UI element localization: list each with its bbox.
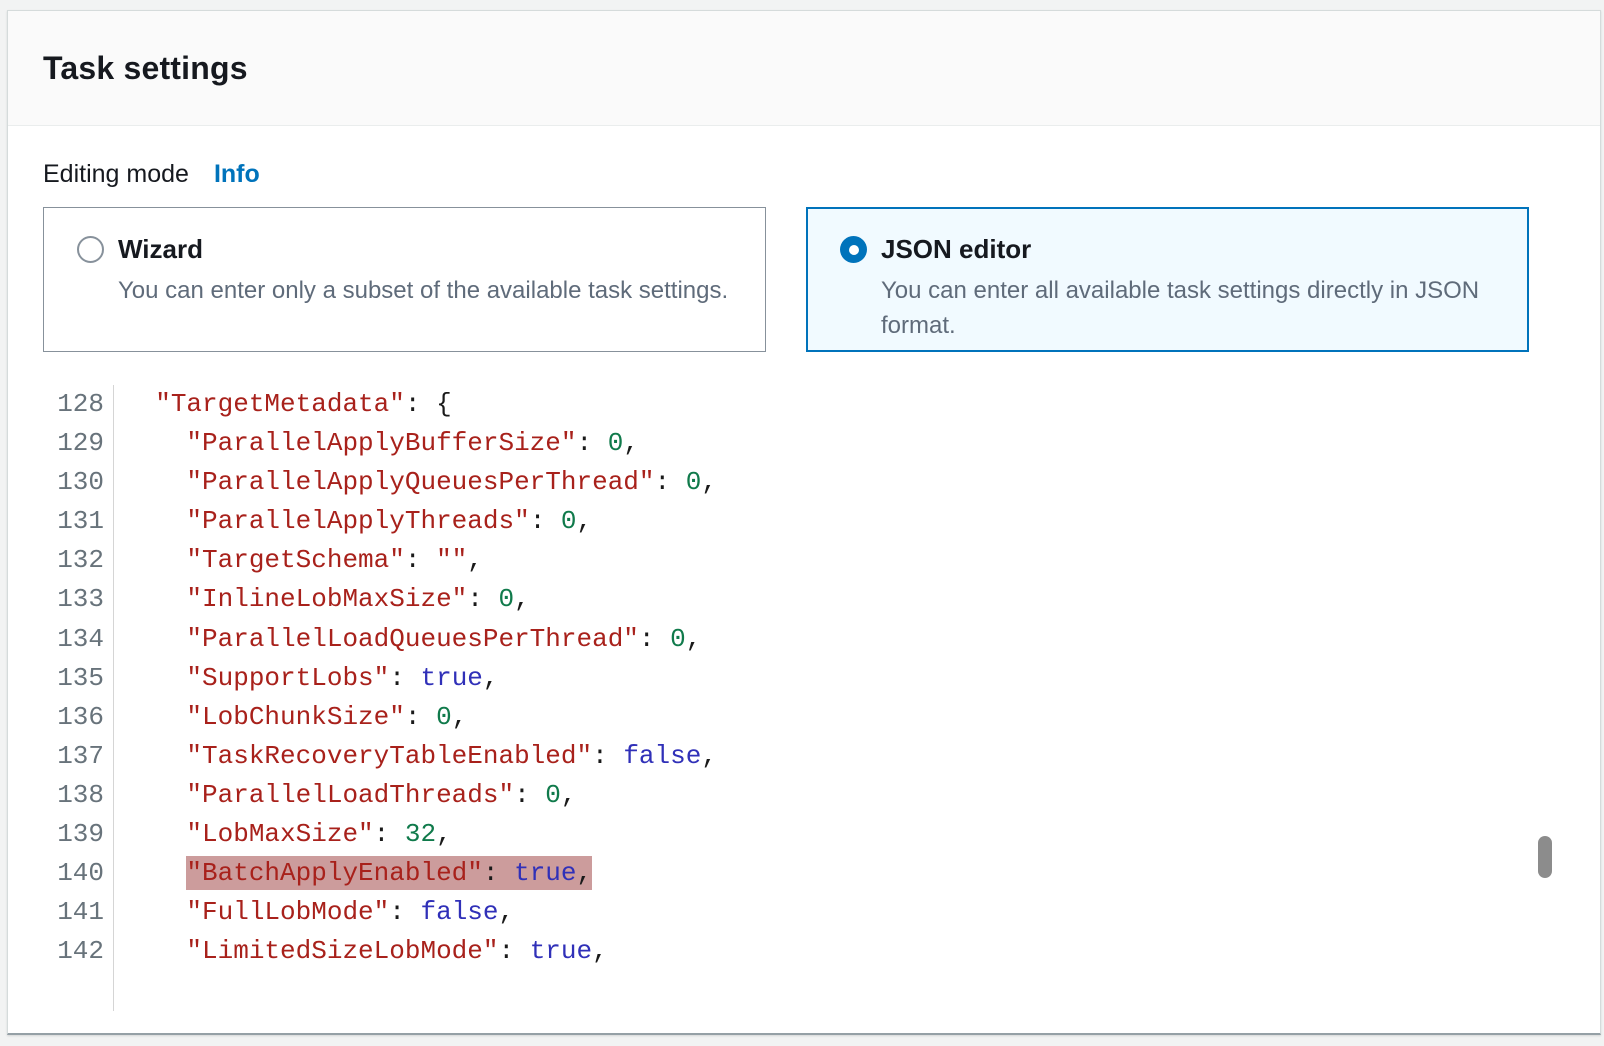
code-text: "LimitedSizeLobMode": true, [114, 932, 608, 971]
code-line[interactable]: 132 "TargetSchema": "", [8, 541, 1600, 580]
line-number: 141 [8, 893, 114, 932]
code-line[interactable]: 140 "BatchApplyEnabled": true, [8, 854, 1600, 893]
code-line[interactable]: 135 "SupportLobs": true, [8, 659, 1600, 698]
option-label: JSON editor [881, 234, 1031, 265]
line-number: 136 [8, 698, 114, 737]
option-tile-json-editor[interactable]: JSON editor You can enter all available … [806, 207, 1529, 352]
code-line[interactable]: 133 "InlineLobMaxSize": 0, [8, 580, 1600, 619]
code-line[interactable]: 138 "ParallelLoadThreads": 0, [8, 776, 1600, 815]
option-tile-json-editor-top: JSON editor [840, 234, 1498, 265]
option-tile-wizard-top: Wizard [77, 234, 735, 265]
line-number [8, 971, 114, 1010]
code-text: "LobMaxSize": 32, [114, 815, 452, 854]
editing-mode-options: Wizard You can enter only a subset of th… [43, 207, 1565, 352]
line-number: 138 [8, 776, 114, 815]
code-text: "ParallelLoadQueuesPerThread": 0, [114, 620, 701, 659]
line-number: 137 [8, 737, 114, 776]
json-code-editor[interactable]: 128 "TargetMetadata": {129 "ParallelAppl… [8, 385, 1600, 1011]
code-line[interactable]: 130 "ParallelApplyQueuesPerThread": 0, [8, 463, 1600, 502]
code-text: "ParallelLoadThreads": 0, [114, 776, 577, 815]
code-text: "TaskRecoveryTableEnabled": false, [114, 737, 717, 776]
editing-mode-label: Editing mode [43, 160, 189, 189]
code-line[interactable]: 137 "TaskRecoveryTableEnabled": false, [8, 737, 1600, 776]
code-line[interactable]: 139 "LobMaxSize": 32, [8, 815, 1600, 854]
code-text: "ParallelApplyQueuesPerThread": 0, [114, 463, 717, 502]
highlighted-code: "BatchApplyEnabled": true, [186, 858, 592, 888]
line-number: 129 [8, 424, 114, 463]
code-line[interactable]: 141 "FullLobMode": false, [8, 893, 1600, 932]
code-line[interactable]: 142 "LimitedSizeLobMode": true, [8, 932, 1600, 971]
code-line[interactable]: 134 "ParallelLoadQueuesPerThread": 0, [8, 620, 1600, 659]
code-text: "BatchApplyEnabled": true, [114, 854, 592, 893]
code-text: "LobChunkSize": 0, [114, 698, 467, 737]
option-description: You can enter all available task setting… [881, 273, 1498, 343]
option-description: You can enter only a subset of the avail… [118, 273, 735, 308]
line-number: 128 [8, 385, 114, 424]
code-text: "TargetSchema": "", [114, 541, 483, 580]
line-number: 135 [8, 659, 114, 698]
code-text: "FullLobMode": false, [114, 893, 514, 932]
line-number: 142 [8, 932, 114, 971]
code-text: "SupportLobs": true, [114, 659, 499, 698]
editing-mode-row: Editing mode Info [43, 160, 1600, 189]
panel-header: Task settings [8, 11, 1600, 126]
line-number: 130 [8, 463, 114, 502]
code-line[interactable]: 131 "ParallelApplyThreads": 0, [8, 502, 1600, 541]
task-settings-panel: Task settings Editing mode Info Wizard Y… [7, 10, 1601, 1035]
code-line[interactable] [8, 971, 1600, 1010]
option-label: Wizard [118, 234, 203, 265]
code-text: "ParallelApplyBufferSize": 0, [114, 424, 639, 463]
line-number: 132 [8, 541, 114, 580]
code-lines: 128 "TargetMetadata": {129 "ParallelAppl… [8, 385, 1600, 1011]
line-number: 134 [8, 620, 114, 659]
code-line[interactable]: 128 "TargetMetadata": { [8, 385, 1600, 424]
vertical-scrollbar-thumb[interactable] [1538, 836, 1552, 878]
code-text: "TargetMetadata": { [114, 385, 452, 424]
line-number: 139 [8, 815, 114, 854]
page-title: Task settings [43, 50, 248, 87]
line-number: 131 [8, 502, 114, 541]
code-line[interactable]: 136 "LobChunkSize": 0, [8, 698, 1600, 737]
line-number: 133 [8, 580, 114, 619]
radio-selected-icon[interactable] [840, 236, 867, 263]
line-number: 140 [8, 854, 114, 893]
radio-unselected-icon[interactable] [77, 236, 104, 263]
code-line[interactable]: 129 "ParallelApplyBufferSize": 0, [8, 424, 1600, 463]
code-text [114, 971, 124, 1010]
info-link[interactable]: Info [214, 160, 260, 189]
code-text: "ParallelApplyThreads": 0, [114, 502, 592, 541]
code-text: "InlineLobMaxSize": 0, [114, 580, 530, 619]
option-tile-wizard[interactable]: Wizard You can enter only a subset of th… [43, 207, 766, 352]
